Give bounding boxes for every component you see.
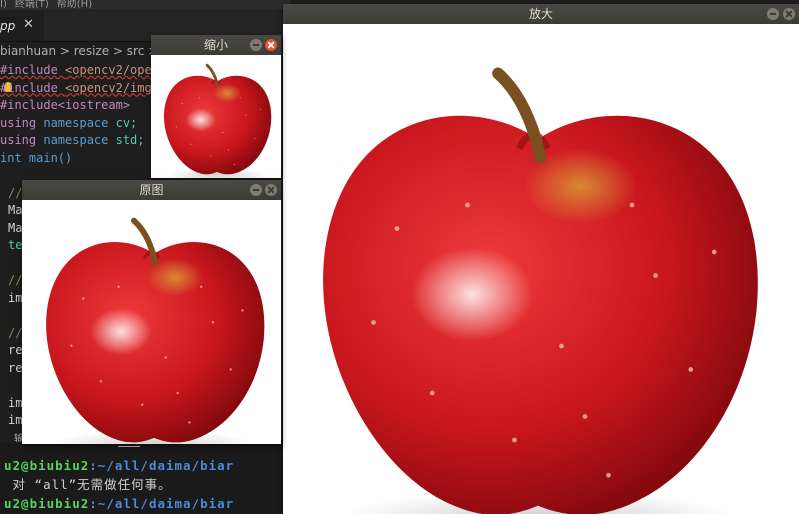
close-icon[interactable]: ✕ [23,17,34,32]
editor-tab[interactable]: pp ✕ [0,11,44,41]
code-line: im [8,290,23,305]
terminal-output: 对 “all”无需做任何事。 [4,477,172,492]
menu-item[interactable]: I) [0,0,7,10]
editor-tab-label: pp [0,19,16,33]
close-icon[interactable] [783,8,795,20]
window-title: 放大 [528,7,553,21]
code-token: using [0,115,44,130]
code-token: using [0,133,44,147]
code-line: Ma [8,220,23,235]
code-token: #include [0,63,66,77]
minimize-icon[interactable] [767,8,779,20]
menu-bar: I) 终端(T) 帮助(H) [0,0,290,10]
code-token: std; [115,133,145,147]
menu-item-terminal[interactable]: 终端(T) [15,0,49,10]
window-title: 缩小 [203,38,228,52]
code-line: im [8,395,23,410]
terminal-user: u2@biubiu2 [4,458,90,473]
close-icon[interactable] [265,184,277,196]
original-window[interactable]: 原图 [22,180,281,444]
terminal-panel[interactable]: u2@biubiu2:~/all/daima/biar 对 “all”无需做任何… [0,442,290,514]
code-token: namespace [43,115,116,130]
minimize-icon[interactable] [250,39,262,51]
terminal-path: :~/all/daima/biar [89,496,235,511]
breadcrumb-path: bianhuan > resize > src > [0,44,159,58]
code-token: #include [0,80,66,95]
code-line: im [8,413,23,427]
breadcrumb[interactable]: bianhuan > resize > src > ⊕ [0,44,160,62]
minimize-icon[interactable] [250,184,262,196]
window-titlebar[interactable]: 原图 [22,180,281,200]
code-token: namespace [43,133,116,147]
menu-item-help[interactable]: 帮助(H) [57,0,92,10]
code-line: int main() [0,150,73,165]
shrink-window[interactable]: 缩小 [151,35,281,178]
image-view [22,200,281,444]
window-title: 原图 [139,183,164,197]
divider [118,446,140,447]
enlarge-window[interactable]: 放大 [283,4,799,514]
image-view [283,24,799,514]
code-line: #include<iostream> [0,98,131,112]
terminal-user: u2@biubiu2 [4,496,90,511]
apple-image [22,200,281,444]
window-titlebar[interactable]: 缩小 [151,35,281,55]
apple-image [283,24,799,514]
code-line: Ma [8,203,23,217]
apple-image [162,63,273,178]
code-token: cv; [115,115,138,130]
close-icon[interactable] [265,39,277,51]
terminal-path: :~/all/daima/biar [89,458,235,473]
window-titlebar[interactable]: 放大 [283,4,799,24]
image-view [151,55,281,178]
